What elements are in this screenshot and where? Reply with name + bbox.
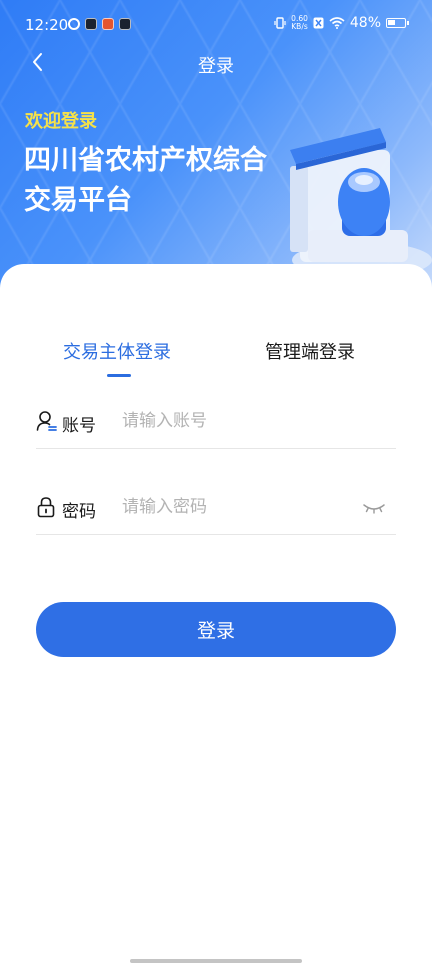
battery-icon xyxy=(386,18,409,28)
user-icon xyxy=(36,411,57,431)
sync-app-icon xyxy=(68,18,80,30)
active-tab-indicator xyxy=(107,374,131,377)
account-label: 账号 xyxy=(62,416,96,436)
no-sim-icon xyxy=(313,17,324,29)
page-title: 登录 xyxy=(198,56,234,77)
mail-app-icon xyxy=(85,18,97,30)
tab-admin-login[interactable]: 管理端登录 xyxy=(265,338,355,364)
account-input[interactable] xyxy=(122,406,352,436)
tab-trading-subject-login[interactable]: 交易主体登录 xyxy=(63,338,171,364)
home-indicator[interactable] xyxy=(130,959,302,963)
password-field: 密码 xyxy=(36,480,396,535)
speed-unit: KB/s xyxy=(291,22,308,31)
vibrate-icon xyxy=(274,17,286,29)
account-field: 账号 xyxy=(36,394,396,449)
status-time: 12:20 xyxy=(25,16,69,34)
lock-icon xyxy=(37,497,55,518)
login-button[interactable]: 登录 xyxy=(36,602,396,657)
eye-closed-icon[interactable] xyxy=(362,502,386,514)
battery-level xyxy=(388,20,395,25)
password-label: 密码 xyxy=(62,502,96,522)
password-input[interactable] xyxy=(122,492,352,522)
notification-icons xyxy=(68,18,131,30)
battery-percent: 48% xyxy=(349,15,381,31)
login-sheet: 交易主体登录 管理端登录 账号 密码 登录 xyxy=(0,264,432,964)
nav-bar: 登录 xyxy=(0,44,432,80)
platform-title: 四川省农村产权综合 交易平台 xyxy=(24,141,304,221)
news-app-icon xyxy=(102,18,114,30)
video-app-icon xyxy=(119,18,131,30)
platform-title-line2: 交易平台 xyxy=(24,185,132,216)
network-speed: 0.60 KB/s xyxy=(291,15,308,31)
wifi-icon xyxy=(329,17,345,29)
status-indicators: 0.60 KB/s 48% xyxy=(274,15,409,31)
platform-title-line1: 四川省农村产权综合 xyxy=(24,145,267,176)
welcome-text: 欢迎登录 xyxy=(25,111,97,132)
